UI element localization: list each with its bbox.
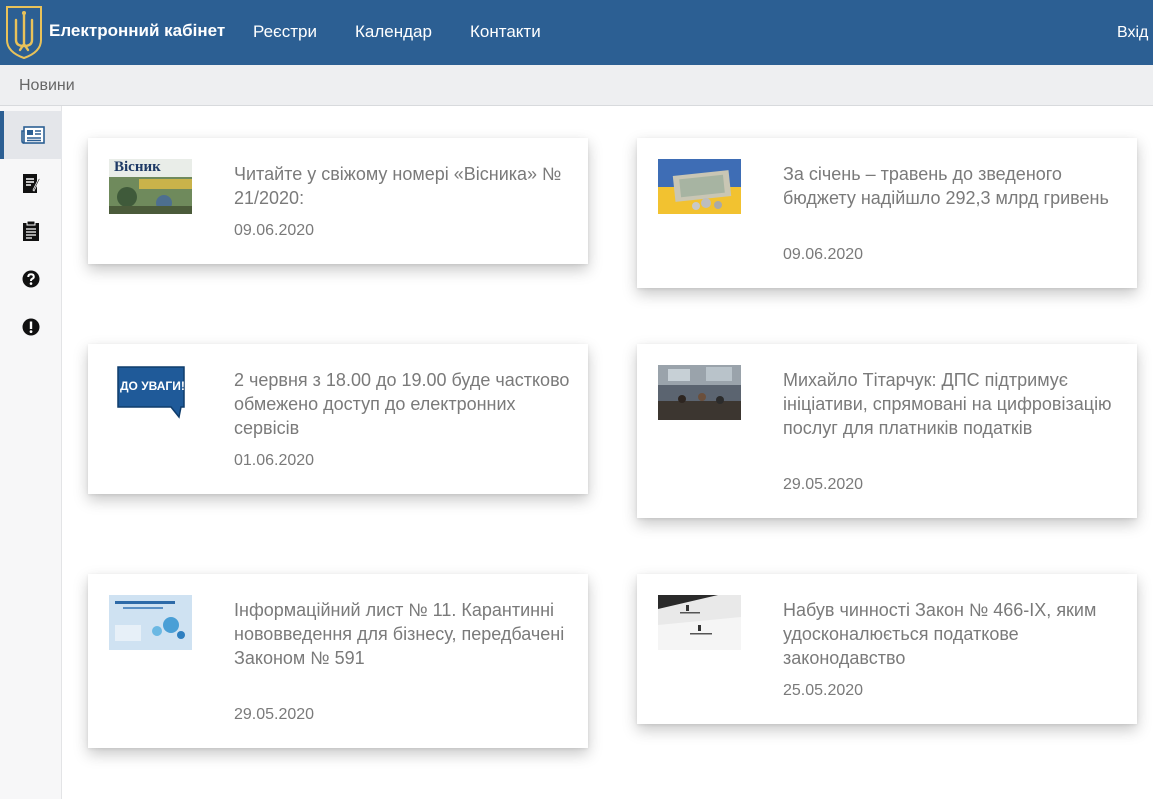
ukraine-trident-logo[interactable] bbox=[4, 4, 44, 60]
news-date: 25.05.2020 bbox=[783, 682, 864, 699]
nav-registries[interactable]: Реєстри bbox=[253, 22, 317, 42]
news-card[interactable]: Набув чинності Закон № 466-IX, яким удос… bbox=[637, 574, 1137, 724]
news-card[interactable]: Вісник Читайте у свіжому номері «Вісника… bbox=[88, 138, 588, 264]
news-title[interactable]: 2 червня з 18.00 до 19.00 буде частково … bbox=[234, 368, 574, 440]
office-photo-thumb bbox=[658, 365, 741, 420]
money-thumb bbox=[658, 159, 741, 214]
news-card[interactable]: Інформаційний лист № 11. Карантинні ново… bbox=[88, 574, 588, 748]
news-title[interactable]: Читайте у свіжому номері «Вісника» № 21/… bbox=[234, 162, 574, 210]
news-title[interactable]: За січень – травень до зведеного бюджету… bbox=[783, 162, 1123, 210]
nav-calendar[interactable]: Календар bbox=[355, 22, 432, 42]
sidebar-item-news[interactable] bbox=[0, 111, 62, 159]
news-date: 29.05.2020 bbox=[234, 706, 315, 723]
attention-thumb-text: ДО УВАГИ! bbox=[120, 379, 185, 393]
news-date: 09.06.2020 bbox=[234, 222, 315, 239]
news-date: 01.06.2020 bbox=[234, 452, 315, 469]
news-card[interactable]: ДО УВАГИ! 2 червня з 18.00 до 19.00 буде… bbox=[88, 344, 588, 494]
sidebar-item-documents[interactable] bbox=[0, 159, 62, 207]
attention-thumb: ДО УВАГИ! bbox=[109, 365, 192, 420]
news-title[interactable]: Набув чинності Закон № 466-IX, яким удос… bbox=[783, 598, 1123, 670]
top-navbar: Електронний кабінет Реєстри Календар Кон… bbox=[0, 0, 1153, 65]
visnyk-thumb-text: Вісник bbox=[114, 159, 161, 175]
news-date: 29.05.2020 bbox=[783, 476, 864, 493]
visnyk-thumb: Вісник bbox=[109, 159, 192, 214]
document-edit-icon bbox=[22, 172, 40, 194]
clipboard-icon bbox=[22, 220, 40, 242]
sidebar-item-help[interactable] bbox=[0, 255, 62, 303]
news-card[interactable]: Михайло Тітарчук: ДПС підтримує ініціати… bbox=[637, 344, 1137, 518]
nav-contacts[interactable]: Контакти bbox=[470, 22, 541, 42]
news-title[interactable]: Михайло Тітарчук: ДПС підтримує ініціати… bbox=[783, 368, 1123, 440]
page-subheader: Новини bbox=[0, 65, 1153, 106]
question-circle-icon bbox=[22, 270, 40, 288]
newspaper-icon bbox=[21, 126, 45, 144]
sidebar-item-clipboard[interactable] bbox=[0, 207, 62, 255]
news-date: 09.06.2020 bbox=[783, 246, 864, 263]
page-title: Новини bbox=[19, 77, 75, 94]
login-link[interactable]: Вхід bbox=[1117, 24, 1148, 42]
news-title[interactable]: Інформаційний лист № 11. Карантинні ново… bbox=[234, 598, 574, 670]
sidebar bbox=[0, 106, 62, 799]
exclamation-circle-icon bbox=[22, 318, 40, 336]
news-card[interactable]: За січень – травень до зведеного бюджету… bbox=[637, 138, 1137, 288]
info-letter-thumb bbox=[109, 595, 192, 650]
sidebar-item-alerts[interactable] bbox=[0, 303, 62, 351]
brand-title[interactable]: Електронний кабінет bbox=[49, 21, 225, 41]
law-book-thumb bbox=[658, 595, 741, 650]
